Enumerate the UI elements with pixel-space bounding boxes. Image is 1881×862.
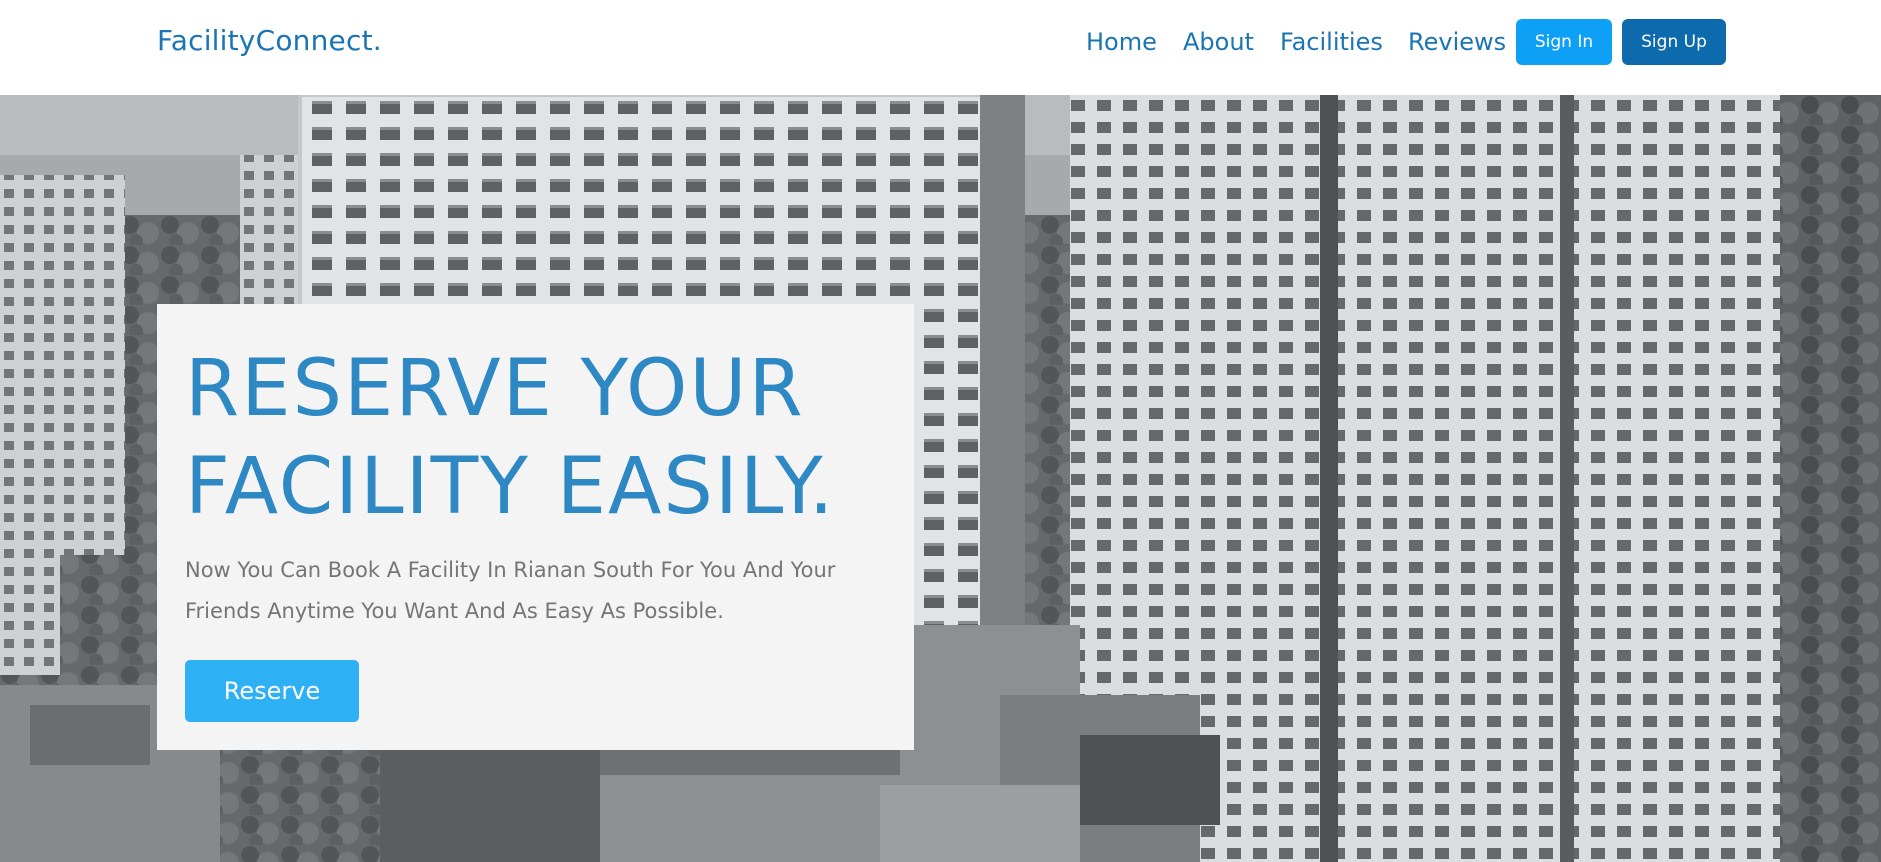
headline-line-1: RESERVE YOUR xyxy=(185,344,805,434)
site-header: FacilityConnect. Home About Facilities R… xyxy=(0,0,1881,95)
nav-facilities[interactable]: Facilities xyxy=(1280,28,1383,56)
hero-card: RESERVE YOUR FACILITY EASILY. Now You Ca… xyxy=(157,304,914,750)
sign-in-button[interactable]: Sign In xyxy=(1516,19,1612,65)
headline-line-2: FACILITY EASILY. xyxy=(185,442,836,532)
nav-home[interactable]: Home xyxy=(1086,28,1157,56)
reserve-button[interactable]: Reserve xyxy=(185,660,359,722)
hero-subtitle: Now You Can Book A Facility In Rianan So… xyxy=(185,558,836,623)
nav-reviews[interactable]: Reviews xyxy=(1408,28,1506,56)
hero-headline: RESERVE YOUR FACILITY EASILY. xyxy=(185,340,836,536)
brand-logo[interactable]: FacilityConnect. xyxy=(157,24,382,57)
nav-about[interactable]: About xyxy=(1183,28,1254,56)
sign-up-button[interactable]: Sign Up xyxy=(1622,19,1726,65)
